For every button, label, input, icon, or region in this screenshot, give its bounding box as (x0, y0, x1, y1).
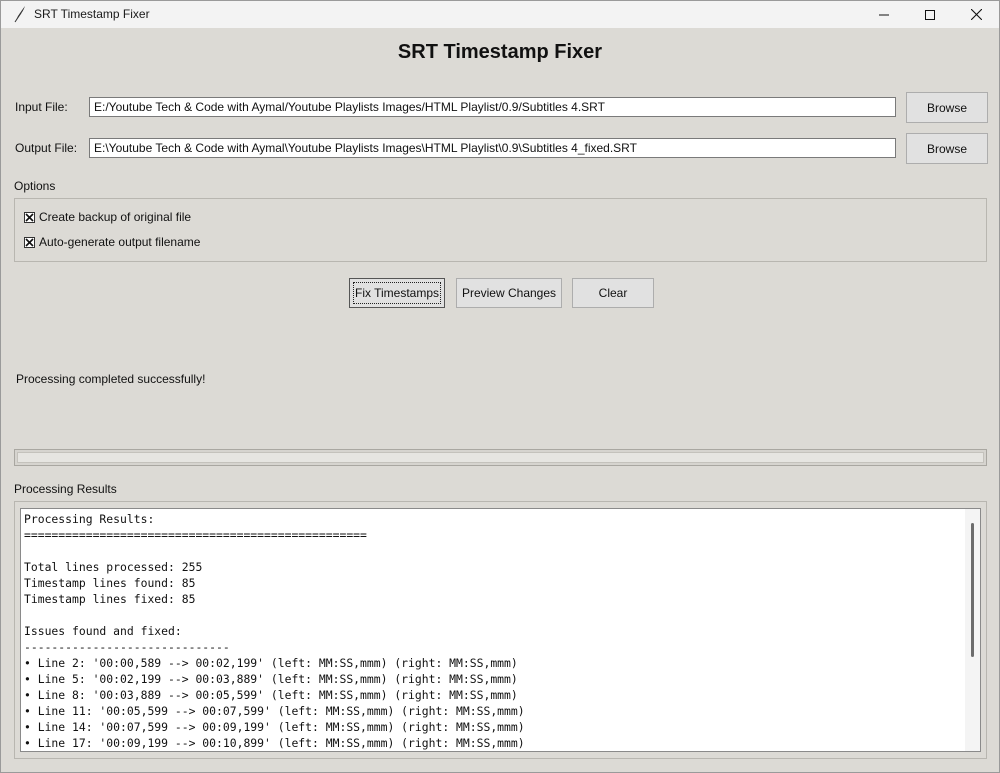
autogen-checkbox-label: Auto-generate output filename (39, 235, 201, 249)
clear-button[interactable]: Clear (572, 278, 654, 308)
status-text: Processing completed successfully! (16, 372, 206, 386)
close-icon (970, 9, 982, 20)
results-scrollbar[interactable] (965, 509, 980, 751)
output-file-field[interactable]: E:\Youtube Tech & Code with Aymal\Youtub… (89, 138, 896, 158)
progress-bar (14, 449, 987, 466)
options-frame (14, 198, 987, 262)
window-title: SRT Timestamp Fixer (34, 7, 150, 21)
backup-option[interactable]: Create backup of original file (24, 210, 191, 224)
maximize-button[interactable] (907, 1, 953, 28)
close-button[interactable] (953, 1, 999, 28)
backup-checkbox-label: Create backup of original file (39, 210, 192, 224)
focus-ring (353, 282, 441, 304)
input-file-field[interactable]: E:/Youtube Tech & Code with Aymal/Youtub… (89, 97, 896, 117)
progress-track (17, 452, 984, 463)
maximize-icon (925, 9, 935, 20)
app-window: SRT Timestamp Fixer SRT Timestamp Fixer … (0, 0, 1000, 773)
preview-changes-button[interactable]: Preview Changes (456, 278, 562, 308)
input-file-label: Input File: (15, 100, 68, 114)
feather-icon (13, 5, 27, 23)
results-label: Processing Results (14, 482, 117, 496)
page-title: SRT Timestamp Fixer (397, 41, 603, 63)
backup-checkbox[interactable] (24, 211, 35, 223)
fix-timestamps-button[interactable]: Fix Timestamps (349, 278, 445, 308)
scroll-thumb[interactable] (971, 523, 974, 657)
options-label: Options (14, 179, 56, 193)
output-file-label: Output File: (15, 141, 78, 155)
minimize-icon (879, 10, 889, 20)
input-browse-button[interactable]: Browse (906, 92, 988, 123)
autogen-checkbox[interactable] (24, 236, 35, 248)
minimize-button[interactable] (861, 1, 907, 28)
autogen-option[interactable]: Auto-generate output filename (24, 235, 200, 249)
title-bar[interactable]: SRT Timestamp Fixer (1, 1, 999, 28)
results-text: Processing Results: ====================… (24, 512, 525, 750)
results-textarea[interactable]: Processing Results: ====================… (20, 508, 981, 752)
output-browse-button[interactable]: Browse (906, 133, 988, 164)
